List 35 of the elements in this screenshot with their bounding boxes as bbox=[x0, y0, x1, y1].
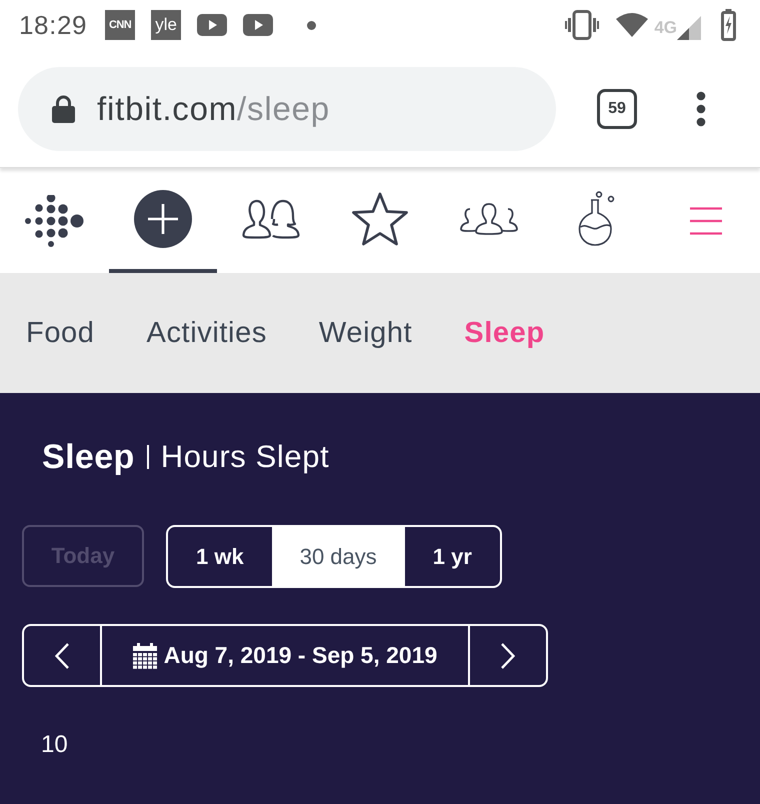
menu-icon[interactable] bbox=[690, 206, 722, 234]
two-people-icon bbox=[242, 198, 300, 238]
logo-icon[interactable] bbox=[24, 194, 84, 246]
network-type-label: 4G bbox=[654, 18, 677, 38]
app-logo: yle bbox=[151, 10, 182, 40]
address-bar[interactable]: fitbit.com/sleep bbox=[18, 66, 556, 150]
plus-icon bbox=[134, 190, 192, 248]
flask-icon bbox=[578, 190, 616, 246]
star-icon bbox=[350, 192, 409, 246]
video-play-icon bbox=[197, 14, 228, 36]
signal-icon bbox=[677, 16, 701, 40]
tab-count-button[interactable]: 59 bbox=[597, 88, 637, 128]
section-tab[interactable]: Activities bbox=[146, 316, 267, 350]
range-option[interactable]: 30 days bbox=[272, 527, 405, 586]
range-option[interactable]: 1 wk bbox=[168, 527, 272, 586]
wifi-icon bbox=[616, 13, 648, 37]
battery-charging-icon bbox=[721, 9, 736, 41]
section-tab[interactable]: Food bbox=[26, 316, 94, 350]
lock-icon bbox=[52, 94, 75, 122]
status-time: 18:29 bbox=[19, 10, 88, 40]
range-option[interactable]: 1 yr bbox=[404, 527, 500, 586]
group-of-people-icon bbox=[460, 202, 518, 234]
app-logo: CNN bbox=[105, 10, 136, 40]
section-tab[interactable]: Weight bbox=[318, 316, 412, 350]
calendar-icon bbox=[132, 642, 157, 668]
chevron-right-icon bbox=[501, 642, 515, 668]
dot-icon bbox=[307, 20, 316, 30]
panel-subtitle: Hours Slept bbox=[160, 439, 330, 475]
more-options-icon[interactable] bbox=[696, 90, 706, 126]
chevron-left-icon bbox=[55, 642, 69, 668]
video-play-icon bbox=[243, 14, 274, 36]
panel-title: Sleep bbox=[42, 438, 135, 476]
axis-tick-label: 10 bbox=[41, 731, 68, 759]
vibrate-icon bbox=[565, 10, 600, 40]
url-text: fitbit.com/sleep bbox=[97, 90, 330, 128]
